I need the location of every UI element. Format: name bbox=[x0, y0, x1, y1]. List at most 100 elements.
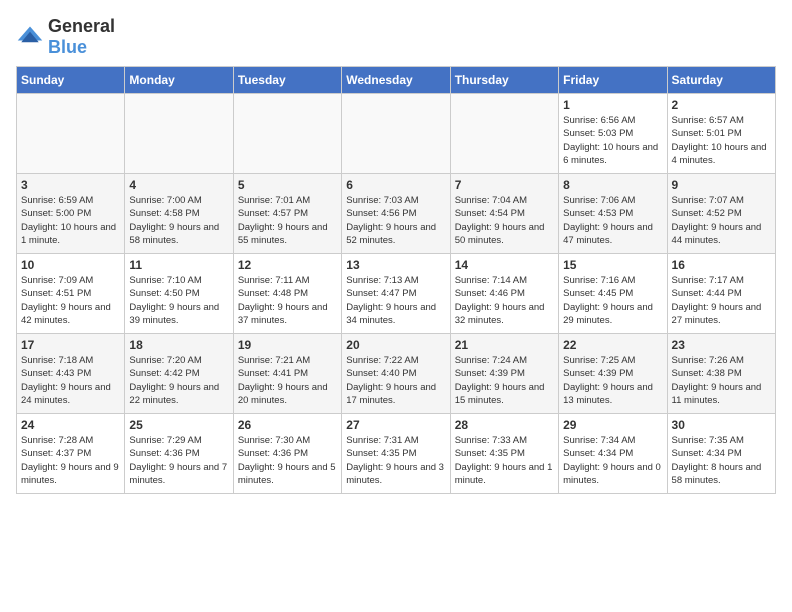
header-thursday: Thursday bbox=[450, 67, 558, 94]
day-info: Sunrise: 7:34 AM Sunset: 4:34 PM Dayligh… bbox=[563, 434, 662, 487]
calendar-cell: 10 Sunrise: 7:09 AM Sunset: 4:51 PM Dayli… bbox=[17, 254, 125, 334]
day-info: Sunrise: 7:25 AM Sunset: 4:39 PM Dayligh… bbox=[563, 354, 662, 407]
calendar-cell bbox=[233, 94, 341, 174]
calendar-cell: 25Sunrise: 7:29 AM Sunset: 4:36 PM Dayli… bbox=[125, 414, 233, 494]
calendar-cell bbox=[17, 94, 125, 174]
calendar-cell: 28 Sunrise: 7:33 AM Sunset: 4:35 PM Dayli… bbox=[450, 414, 558, 494]
calendar-cell: 23 Sunrise: 7:26 AM Sunset: 4:38 PM Dayli… bbox=[667, 334, 775, 414]
day-number: 12 bbox=[238, 258, 337, 272]
calendar-cell: 4Sunrise: 7:00 AM Sunset: 4:58 PM Daylig… bbox=[125, 174, 233, 254]
calendar-cell: 20 Sunrise: 7:22 AM Sunset: 4:40 PM Dayli… bbox=[342, 334, 450, 414]
day-number: 18 bbox=[129, 338, 228, 352]
calendar-cell: 8 Sunrise: 7:06 AM Sunset: 4:53 PM Daylig… bbox=[559, 174, 667, 254]
day-info: Sunrise: 6:56 AM Sunset: 5:03 PM Dayligh… bbox=[563, 114, 662, 167]
day-number: 8 bbox=[563, 178, 662, 192]
calendar-cell: 1Sunrise: 6:56 AM Sunset: 5:03 PM Daylig… bbox=[559, 94, 667, 174]
day-info: Sunrise: 7:01 AM Sunset: 4:57 PM Dayligh… bbox=[238, 194, 337, 247]
logo-icon bbox=[16, 23, 44, 51]
day-info: Sunrise: 7:11 AM Sunset: 4:48 PM Dayligh… bbox=[238, 274, 337, 327]
day-number: 22 bbox=[563, 338, 662, 352]
day-number: 20 bbox=[346, 338, 445, 352]
day-number: 21 bbox=[455, 338, 554, 352]
calendar-cell: 27Sunrise: 7:31 AM Sunset: 4:35 PM Dayli… bbox=[342, 414, 450, 494]
calendar-cell: 15 Sunrise: 7:16 AM Sunset: 4:45 PM Dayli… bbox=[559, 254, 667, 334]
day-info: Sunrise: 7:17 AM Sunset: 4:44 PM Dayligh… bbox=[672, 274, 771, 327]
day-number: 11 bbox=[129, 258, 228, 272]
day-number: 10 bbox=[21, 258, 120, 272]
day-number: 16 bbox=[672, 258, 771, 272]
day-number: 15 bbox=[563, 258, 662, 272]
calendar-cell: 17 Sunrise: 7:18 AM Sunset: 4:43 PM Dayli… bbox=[17, 334, 125, 414]
calendar-cell: 2Sunrise: 6:57 AM Sunset: 5:01 PM Daylig… bbox=[667, 94, 775, 174]
logo: General Blue bbox=[16, 16, 115, 58]
calendar-cell bbox=[125, 94, 233, 174]
calendar-cell: 19 Sunrise: 7:21 AM Sunset: 4:41 PM Dayli… bbox=[233, 334, 341, 414]
day-info: Sunrise: 7:09 AM Sunset: 4:51 PM Dayligh… bbox=[21, 274, 120, 327]
calendar-week-row: 17 Sunrise: 7:18 AM Sunset: 4:43 PM Dayli… bbox=[17, 334, 776, 414]
day-info: Sunrise: 7:30 AM Sunset: 4:36 PM Dayligh… bbox=[238, 434, 337, 487]
day-number: 19 bbox=[238, 338, 337, 352]
day-info: Sunrise: 7:16 AM Sunset: 4:45 PM Dayligh… bbox=[563, 274, 662, 327]
day-number: 28 bbox=[455, 418, 554, 432]
day-number: 27 bbox=[346, 418, 445, 432]
day-info: Sunrise: 7:26 AM Sunset: 4:38 PM Dayligh… bbox=[672, 354, 771, 407]
header-tuesday: Tuesday bbox=[233, 67, 341, 94]
day-number: 14 bbox=[455, 258, 554, 272]
calendar-week-row: 10 Sunrise: 7:09 AM Sunset: 4:51 PM Dayli… bbox=[17, 254, 776, 334]
calendar-week-row: 3 Sunrise: 6:59 AM Sunset: 5:00 PM Daylig… bbox=[17, 174, 776, 254]
calendar-cell: 6 Sunrise: 7:03 AM Sunset: 4:56 PM Daylig… bbox=[342, 174, 450, 254]
day-info: Sunrise: 7:28 AM Sunset: 4:37 PM Dayligh… bbox=[21, 434, 120, 487]
calendar-cell: 5 Sunrise: 7:01 AM Sunset: 4:57 PM Daylig… bbox=[233, 174, 341, 254]
day-info: Sunrise: 6:59 AM Sunset: 5:00 PM Dayligh… bbox=[21, 194, 120, 247]
calendar-cell: 29 Sunrise: 7:34 AM Sunset: 4:34 PM Dayli… bbox=[559, 414, 667, 494]
day-info: Sunrise: 7:06 AM Sunset: 4:53 PM Dayligh… bbox=[563, 194, 662, 247]
day-number: 5 bbox=[238, 178, 337, 192]
day-number: 3 bbox=[21, 178, 120, 192]
calendar-week-row: 24 Sunrise: 7:28 AM Sunset: 4:37 PM Dayli… bbox=[17, 414, 776, 494]
day-number: 30 bbox=[672, 418, 771, 432]
calendar-cell: 7Sunrise: 7:04 AM Sunset: 4:54 PM Daylig… bbox=[450, 174, 558, 254]
header-friday: Friday bbox=[559, 67, 667, 94]
calendar-table: SundayMondayTuesdayWednesdayThursdayFrid… bbox=[16, 66, 776, 494]
day-number: 26 bbox=[238, 418, 337, 432]
header-monday: Monday bbox=[125, 67, 233, 94]
calendar-cell: 24 Sunrise: 7:28 AM Sunset: 4:37 PM Dayli… bbox=[17, 414, 125, 494]
calendar-cell: 11 Sunrise: 7:10 AM Sunset: 4:50 PM Dayli… bbox=[125, 254, 233, 334]
day-info: Sunrise: 7:18 AM Sunset: 4:43 PM Dayligh… bbox=[21, 354, 120, 407]
day-info: Sunrise: 7:10 AM Sunset: 4:50 PM Dayligh… bbox=[129, 274, 228, 327]
day-info: Sunrise: 7:22 AM Sunset: 4:40 PM Dayligh… bbox=[346, 354, 445, 407]
calendar-cell: 16 Sunrise: 7:17 AM Sunset: 4:44 PM Dayli… bbox=[667, 254, 775, 334]
calendar-cell: 14 Sunrise: 7:14 AM Sunset: 4:46 PM Dayli… bbox=[450, 254, 558, 334]
day-number: 24 bbox=[21, 418, 120, 432]
calendar-cell: 13Sunrise: 7:13 AM Sunset: 4:47 PM Dayli… bbox=[342, 254, 450, 334]
day-info: Sunrise: 7:35 AM Sunset: 4:34 PM Dayligh… bbox=[672, 434, 771, 487]
calendar-cell: 22 Sunrise: 7:25 AM Sunset: 4:39 PM Dayli… bbox=[559, 334, 667, 414]
calendar-week-row: 1Sunrise: 6:56 AM Sunset: 5:03 PM Daylig… bbox=[17, 94, 776, 174]
day-number: 2 bbox=[672, 98, 771, 112]
day-info: Sunrise: 7:29 AM Sunset: 4:36 PM Dayligh… bbox=[129, 434, 228, 487]
calendar-cell: 9Sunrise: 7:07 AM Sunset: 4:52 PM Daylig… bbox=[667, 174, 775, 254]
day-info: Sunrise: 7:33 AM Sunset: 4:35 PM Dayligh… bbox=[455, 434, 554, 487]
day-info: Sunrise: 7:21 AM Sunset: 4:41 PM Dayligh… bbox=[238, 354, 337, 407]
day-info: Sunrise: 7:24 AM Sunset: 4:39 PM Dayligh… bbox=[455, 354, 554, 407]
day-info: Sunrise: 7:00 AM Sunset: 4:58 PM Dayligh… bbox=[129, 194, 228, 247]
header-saturday: Saturday bbox=[667, 67, 775, 94]
day-number: 9 bbox=[672, 178, 771, 192]
calendar-header-row: SundayMondayTuesdayWednesdayThursdayFrid… bbox=[17, 67, 776, 94]
calendar-cell: 18 Sunrise: 7:20 AM Sunset: 4:42 PM Dayli… bbox=[125, 334, 233, 414]
day-number: 23 bbox=[672, 338, 771, 352]
calendar-cell bbox=[342, 94, 450, 174]
logo-general: General bbox=[48, 16, 115, 36]
day-info: Sunrise: 7:13 AM Sunset: 4:47 PM Dayligh… bbox=[346, 274, 445, 327]
logo-blue: Blue bbox=[48, 37, 87, 57]
day-number: 6 bbox=[346, 178, 445, 192]
day-number: 17 bbox=[21, 338, 120, 352]
header-sunday: Sunday bbox=[17, 67, 125, 94]
day-info: Sunrise: 7:03 AM Sunset: 4:56 PM Dayligh… bbox=[346, 194, 445, 247]
calendar-cell: 12 Sunrise: 7:11 AM Sunset: 4:48 PM Dayli… bbox=[233, 254, 341, 334]
calendar-cell: 21 Sunrise: 7:24 AM Sunset: 4:39 PM Dayli… bbox=[450, 334, 558, 414]
day-info: Sunrise: 7:14 AM Sunset: 4:46 PM Dayligh… bbox=[455, 274, 554, 327]
day-number: 29 bbox=[563, 418, 662, 432]
header: General Blue bbox=[16, 16, 776, 58]
day-info: Sunrise: 7:20 AM Sunset: 4:42 PM Dayligh… bbox=[129, 354, 228, 407]
